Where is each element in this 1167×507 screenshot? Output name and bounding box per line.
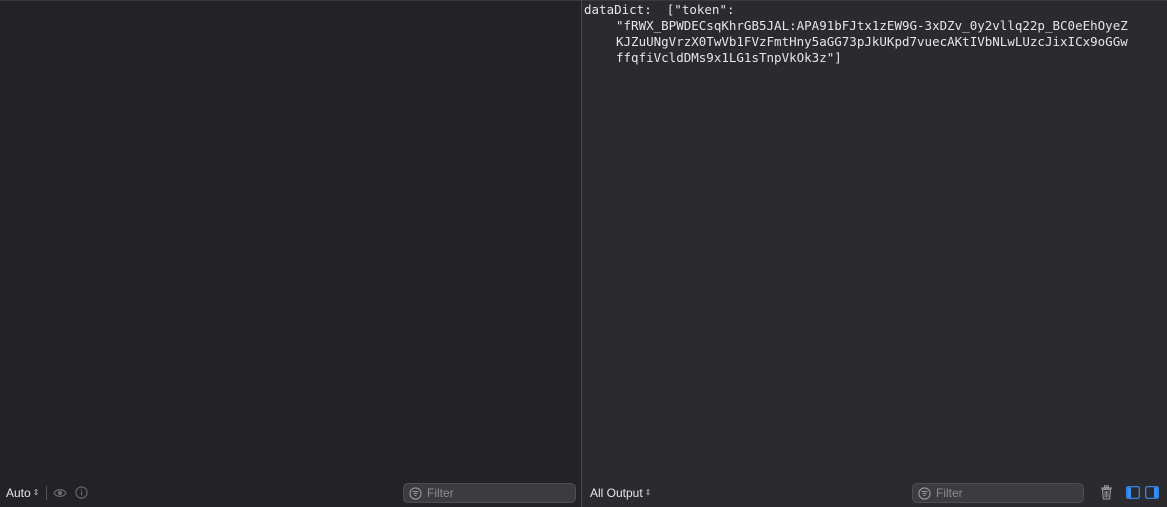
filter-icon [409,486,422,500]
output-select[interactable]: All Output ⇕ [590,481,651,505]
eye-icon[interactable] [53,487,67,499]
console-line: KJZuUNgVrzX0TwVb1FVzFmtHny5aGG73pJkUKpd7… [616,34,1128,49]
trash-icon[interactable] [1100,485,1113,500]
toolbar-separator [46,486,47,500]
updown-chevron-icon: ⇕ [32,488,40,497]
output-select-label: All Output [590,486,643,500]
variables-filter-input[interactable] [427,486,557,500]
panel-right-icon[interactable] [1145,486,1159,499]
console-filter-field[interactable] [912,483,1084,503]
variables-pane[interactable] [0,1,581,507]
console-line: dataDict: ["token": [584,2,735,17]
variables-mode-label: Auto [6,486,31,500]
console-pane[interactable]: dataDict: ["token": "fRWX_BPWDECsqKhrGB5… [582,1,1167,507]
info-icon[interactable] [75,486,88,499]
console-line: ffqfiVcldDMs9x1LG1sTnpVkOk3z"] [616,50,842,65]
console-filter-input[interactable] [936,486,1066,500]
panel-left-icon[interactable] [1126,486,1140,499]
console-line: "fRWX_BPWDECsqKhrGB5JAL:APA91bFJtx1zEW9G… [616,18,1128,33]
filter-icon [918,486,931,500]
variables-filter-field[interactable] [403,483,576,503]
variables-mode-select[interactable]: Auto ⇕ [6,481,39,505]
updown-chevron-icon: ⇕ [644,488,652,497]
console-output: dataDict: ["token": "fRWX_BPWDECsqKhrGB5… [584,2,1164,66]
